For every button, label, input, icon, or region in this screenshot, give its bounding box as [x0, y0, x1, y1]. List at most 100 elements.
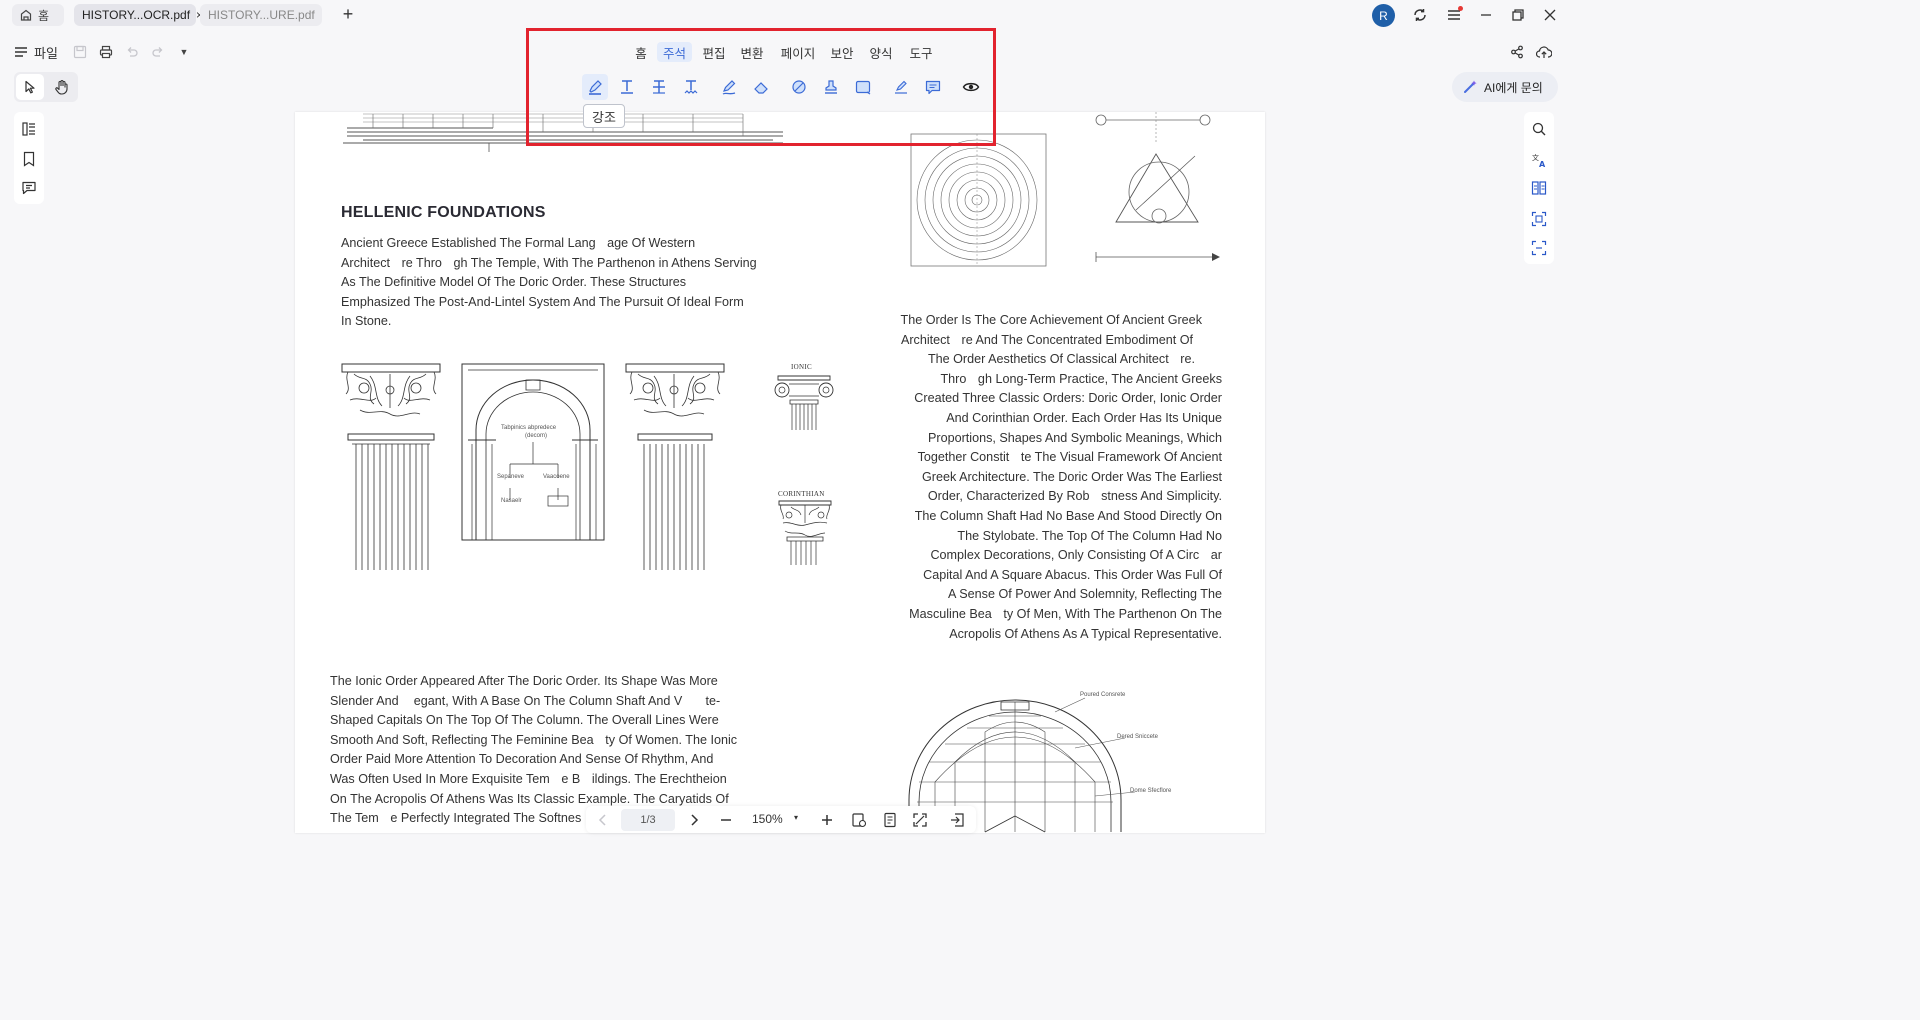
text-line: In Stone.	[341, 314, 392, 329]
exit-reading-icon[interactable]	[945, 808, 969, 832]
comment-panel-icon[interactable]	[17, 176, 41, 200]
arch-drawing	[461, 363, 605, 541]
user-avatar[interactable]: R	[1372, 4, 1395, 27]
new-tab-button[interactable]: +	[338, 4, 358, 24]
page-fit-icon[interactable]	[878, 808, 902, 832]
print-icon[interactable]	[94, 40, 118, 64]
svg-text:A: A	[1539, 160, 1546, 168]
bookmark-icon[interactable]	[17, 147, 41, 171]
thumbnail-panel-icon[interactable]	[17, 117, 41, 141]
tab-home-label: 홈	[38, 8, 50, 23]
hamburger-icon	[14, 46, 28, 58]
view-mode-icon[interactable]	[847, 808, 871, 832]
fullscreen-icon[interactable]	[908, 808, 932, 832]
sync-icon[interactable]	[1408, 3, 1432, 27]
text-line: Emphasized The Post-And-Lintel System An…	[341, 294, 744, 309]
previous-page-icon[interactable]	[591, 808, 615, 832]
ocr-scan-icon[interactable]	[1527, 207, 1551, 231]
zoom-in-icon[interactable]	[815, 808, 839, 832]
hand-icon[interactable]	[50, 75, 74, 99]
zoom-out-icon[interactable]	[714, 808, 738, 832]
text-line: Order, Characterized By Robᅠstness And S…	[927, 489, 1222, 504]
translate-icon[interactable]: 文A	[1527, 148, 1551, 172]
text-line: Acropolis Of Athens As A Typical Represe…	[949, 626, 1222, 641]
text-line: Masculine Beaᅠty Of Men, With The Parthe…	[909, 606, 1222, 621]
text-line: Smooth And Soft, Reflecting The Feminine…	[330, 732, 738, 747]
save-icon[interactable]	[68, 40, 92, 64]
text-line: Architectᅠre And The Concentrated Embodi…	[900, 332, 1193, 347]
cursor-icon[interactable]	[18, 75, 42, 99]
text-line: Was Often Used In More Exquisite Temᅠe B…	[330, 771, 727, 786]
restore-icon[interactable]	[1506, 3, 1530, 27]
dome-label: Dered Sniccete	[1117, 734, 1159, 740]
share-icon[interactable]	[1505, 40, 1529, 64]
tab-history-ocr[interactable]: HISTORY...OCR.pdf ×	[74, 4, 203, 26]
text-line: Complex Decorations, Only Consisting Of …	[930, 548, 1222, 563]
ai-sparkle-icon	[1462, 79, 1478, 95]
arch-chart-label: Tabpinics abpredece	[501, 425, 557, 431]
text-line: The Column Shaft Had No Base And Stood D…	[914, 508, 1222, 523]
dome-label: Poured Consrete	[1080, 692, 1126, 698]
search-icon[interactable]	[1527, 117, 1551, 141]
home-icon	[20, 9, 32, 21]
ask-ai-button[interactable]: AI에게 문의	[1452, 72, 1558, 102]
close-window-icon[interactable]	[1538, 3, 1562, 27]
next-page-icon[interactable]	[682, 808, 706, 832]
text-line: Shaped Capitals On The Top Of The Column…	[330, 713, 719, 728]
pdf-page: HELLENIC FOUNDATIONS Ancient Greece Esta…	[295, 112, 1265, 833]
arch-chart-label: Nasaelr	[501, 498, 522, 504]
tab-home[interactable]: 홈	[12, 4, 64, 26]
text-line: A Sense Of Power And Solemnity, Reflecti…	[948, 587, 1222, 602]
file-menu-label: 파일	[34, 45, 58, 61]
minimize-icon[interactable]	[1474, 3, 1498, 27]
undo-icon[interactable]	[120, 40, 144, 64]
tab-history-ure[interactable]: HISTORY...URE.pdf	[200, 4, 322, 26]
arch-chart-label: Sepaneve	[497, 474, 525, 480]
text-line: Slender And ᅠegant, With A Base On The C…	[330, 693, 721, 708]
text-line: Architectᅠre Throᅠgh The Temple, With Th…	[341, 255, 757, 270]
intro-paragraph: Ancient Greece Established The Formal La…	[341, 234, 791, 332]
pointer-tool-group	[14, 72, 78, 102]
tab-label: HISTORY...OCR.pdf	[82, 8, 191, 22]
screenshot-icon[interactable]	[1527, 236, 1551, 260]
quick-access-dropdown-icon[interactable]: ▼	[172, 40, 196, 64]
cloud-upload-icon[interactable]	[1532, 40, 1556, 64]
corinthian-column-right	[625, 363, 725, 570]
right-sidebar: 文A	[1524, 112, 1554, 264]
page-navigation-bar: 1/3 150% ▾	[586, 806, 976, 833]
arch-chart-label: Vaacoene	[543, 474, 570, 480]
text-line: The Order Aesthetics Of Classical Archit…	[927, 352, 1195, 367]
zoom-dropdown-icon[interactable]: ▾	[794, 813, 798, 822]
orders-paragraph: The Order Is The Core Achievement Of Anc…	[855, 311, 1222, 644]
annotation-ribbon-highlight	[526, 28, 996, 146]
highlight-tooltip: 강조	[583, 104, 625, 128]
tab-label: HISTORY...URE.pdf	[208, 8, 315, 22]
dome-label: Dome Sfecflore	[1130, 788, 1172, 794]
text-line: The Order Is The Core Achievement Of Anc…	[900, 313, 1202, 327]
section-heading: HELLENIC FOUNDATIONS	[341, 204, 546, 221]
file-menu-button[interactable]: 파일	[14, 40, 58, 64]
redo-icon[interactable]	[146, 40, 170, 64]
svg-text:文: 文	[1532, 153, 1539, 162]
text-line: And Corinthian Order. Each Order Has Its…	[946, 410, 1222, 425]
text-line: Proportions, Shapes And Symbolic Meaning…	[927, 430, 1222, 445]
page-number-input[interactable]: 1/3	[621, 809, 675, 831]
corinthian-capital-drawing	[778, 500, 832, 565]
text-line: The Stylobate. The Top Of The Column Had…	[957, 528, 1222, 543]
text-line: Capital And A Square Abacus. This Order …	[923, 567, 1222, 582]
text-line: Together Constitᅠte The Visual Framework…	[917, 450, 1222, 465]
text-line: As The Definitive Model Of The Doric Ord…	[341, 275, 687, 290]
zoom-level[interactable]: 150%	[752, 812, 783, 826]
notification-dot	[1458, 6, 1463, 11]
text-line: The Ionic Order Appeared After The Doric…	[330, 674, 718, 688]
text-line: Throᅠgh Long-Term Practice, The Ancient …	[940, 371, 1222, 386]
compare-icon[interactable]	[1527, 176, 1551, 200]
corinthian-column-left	[341, 363, 441, 570]
arch-chart-label: (decom)	[525, 433, 548, 439]
ask-ai-label: AI에게 문의	[1484, 80, 1543, 95]
ionic-capital-drawing	[774, 375, 834, 430]
columns-and-arch-illustration	[341, 363, 725, 570]
left-sidebar	[14, 112, 44, 204]
text-line: Greek Architecture. The Doric Order Was …	[921, 469, 1222, 484]
text-line: Ancient Greece Established The Formal La…	[341, 236, 696, 250]
